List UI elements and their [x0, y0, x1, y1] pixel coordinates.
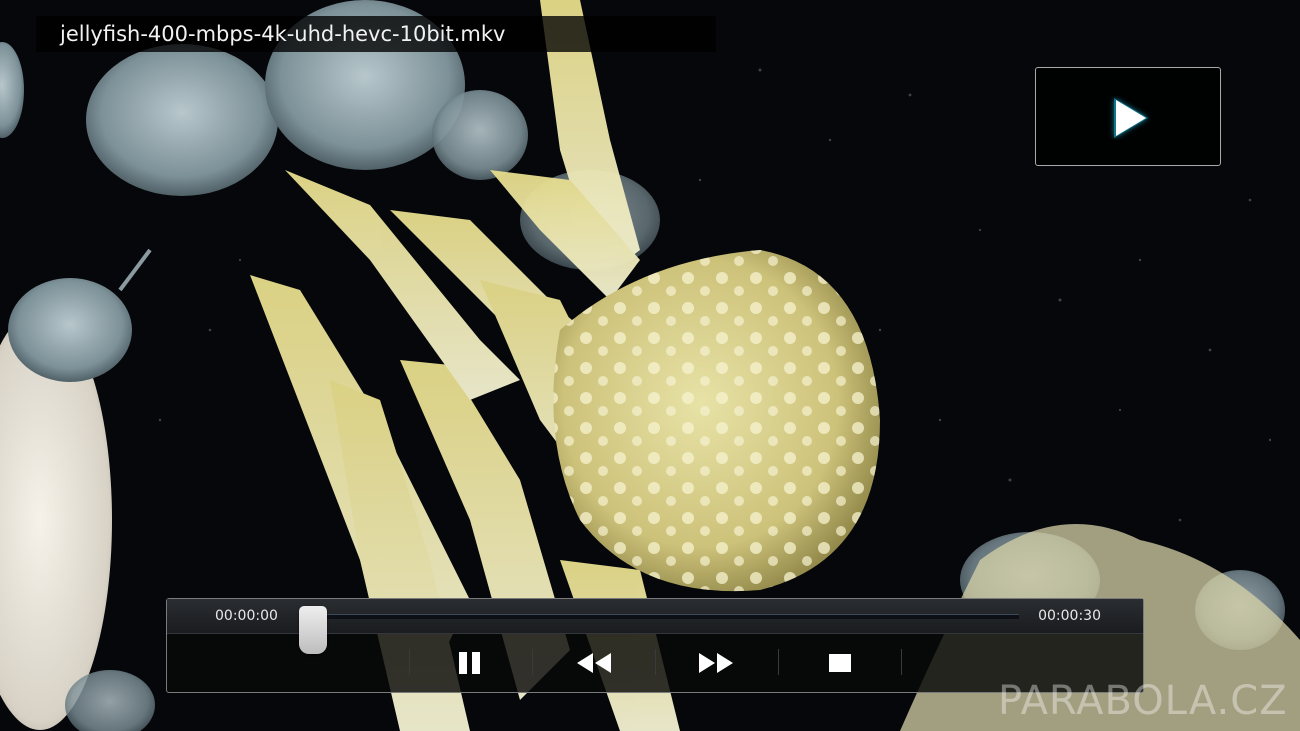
stop-button[interactable] [803, 641, 877, 685]
total-time: 00:00:30 [1038, 608, 1101, 624]
rewind-icon [577, 653, 611, 673]
filename-label: jellyfish-400-mbps-4k-uhd-hevc-10bit.mkv [60, 22, 506, 46]
divider [409, 649, 410, 675]
rewind-button[interactable] [557, 641, 631, 685]
seek-bar[interactable] [299, 606, 1019, 654]
play-button[interactable] [1035, 67, 1221, 166]
pause-icon [459, 652, 480, 674]
play-icon [1114, 98, 1148, 138]
watermark: PARABOLA.CZ [998, 678, 1288, 724]
stop-icon [829, 654, 851, 672]
filename-bar: jellyfish-400-mbps-4k-uhd-hevc-10bit.mkv [36, 16, 716, 52]
fast-forward-icon [699, 653, 733, 673]
current-time: 00:00:00 [215, 608, 278, 624]
divider [532, 649, 533, 675]
fast-forward-button[interactable] [679, 641, 753, 685]
divider [655, 649, 656, 675]
divider [901, 649, 902, 675]
pause-button[interactable] [433, 641, 507, 685]
divider [778, 649, 779, 675]
seek-row: 00:00:00 00:00:30 [167, 599, 1143, 654]
control-buttons [167, 633, 1143, 693]
